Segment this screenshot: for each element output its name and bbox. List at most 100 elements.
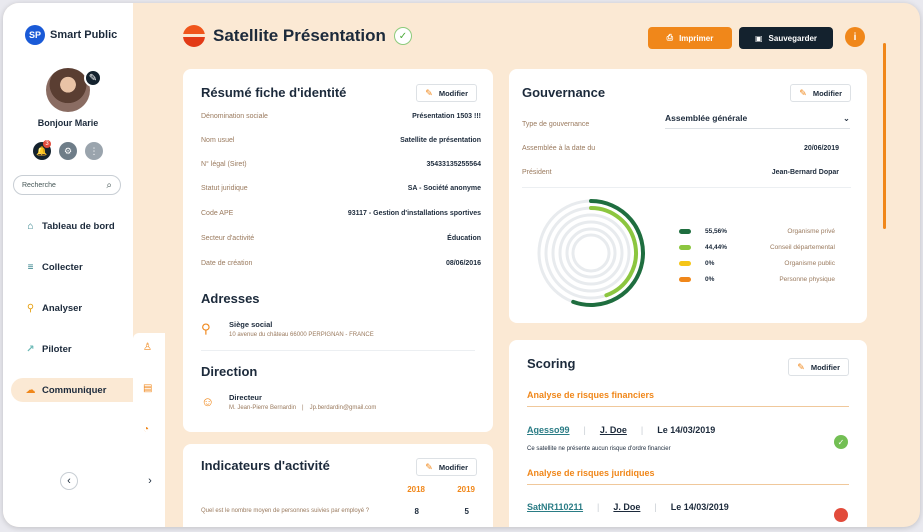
edit-avatar-icon[interactable]: ✎ xyxy=(84,69,102,87)
separator: | xyxy=(640,425,644,435)
legend-swatch xyxy=(679,261,691,266)
magnifier-icon: ⚲ xyxy=(26,302,35,314)
legend-row-public: 0% Organisme public xyxy=(679,260,835,267)
identity-row: Code APE 93117 - Gestion d'installations … xyxy=(201,210,481,217)
nav-item-tableau-de-bord[interactable]: ⌂ Tableau de bord xyxy=(11,214,133,238)
separator: | xyxy=(302,405,304,411)
person-icon: ☺ xyxy=(201,394,215,409)
satellite-logo-icon xyxy=(183,25,205,47)
nav-label: Tableau de bord xyxy=(42,220,115,232)
nav-item-analyser[interactable]: ⚲ Analyser xyxy=(11,296,133,320)
save-button[interactable]: ▣ Sauvegarder xyxy=(739,27,833,49)
legal-date: Le 14/03/2019 xyxy=(670,502,729,512)
governance-president-row: Président Jean-Bernard Dopar xyxy=(522,169,839,176)
legend-value: 44,44% xyxy=(705,244,728,251)
chevron-right-icon[interactable]: › xyxy=(141,472,159,490)
document-icon[interactable]: ▤ xyxy=(143,383,152,394)
search-input[interactable]: Recherche ⌕ xyxy=(13,175,121,195)
location-pin-icon: ⚲ xyxy=(201,321,211,336)
row-value: 08/06/2016 xyxy=(445,260,481,267)
governance-type-value: Assemblée générale xyxy=(665,113,748,123)
legend-row-physique: 0% Personne physique xyxy=(679,276,835,283)
settings-icon[interactable]: ⚙ xyxy=(59,142,77,160)
divider xyxy=(527,484,849,485)
financial-user-link[interactable]: J. Doe xyxy=(600,425,627,435)
row-key: Date de création xyxy=(201,260,253,267)
activity-card: Indicateurs d'activité ✎ Modifier 2018 2… xyxy=(183,444,493,527)
user-icon[interactable]: ♙ xyxy=(143,342,152,353)
director-label: Directeur xyxy=(229,393,262,402)
scoring-card: Scoring ✎ Modifier Analyse de risques fi… xyxy=(509,340,867,527)
director-name: M. Jean-Pierre Bernardin xyxy=(229,405,297,411)
year-2019: 2019 xyxy=(457,485,475,494)
nav-item-collecter[interactable]: ≡ Collecter xyxy=(11,255,133,279)
legend-swatch xyxy=(679,229,691,234)
pie-icon[interactable]: ◔ xyxy=(143,424,149,435)
chart-line-icon: ↗ xyxy=(26,343,35,355)
home-icon: ⌂ xyxy=(27,220,34,232)
identity-modify-button[interactable]: ✎ Modifier xyxy=(416,84,477,102)
row-key: Code APE xyxy=(201,210,234,217)
legend-value: 55,56% xyxy=(705,228,728,235)
activity-modify-button[interactable]: ✎ Modifier xyxy=(416,458,477,476)
legal-code-link[interactable]: SatNR110211 xyxy=(527,502,583,512)
identity-row: Dénomination sociale Présentation 1503 !!… xyxy=(201,113,481,120)
nav-label: Piloter xyxy=(42,343,72,355)
legal-score-row: SatNR110211 | J. Doe | Le 14/03/2019 xyxy=(527,502,729,512)
row-key: Secteur d'activité xyxy=(201,235,255,242)
search-placeholder: Recherche xyxy=(22,181,56,189)
direction-title: Direction xyxy=(201,364,258,379)
financial-date: Le 14/03/2019 xyxy=(657,425,716,435)
notification-badge: 3 xyxy=(43,140,51,148)
financial-code-link[interactable]: Agesso99 xyxy=(527,425,570,435)
page-header: Satellite Présentation ✓ xyxy=(183,25,412,47)
director-info: M. Jean-Pierre Bernardin | Jp.berdardin@… xyxy=(229,405,376,411)
scoring-modify-button[interactable]: ✎ Modifier xyxy=(788,358,849,376)
identity-title: Résumé fiche d'identité xyxy=(201,85,347,100)
nav-item-piloter[interactable]: ↗ Piloter xyxy=(11,337,133,361)
governance-type-key: Type de gouvernance xyxy=(522,121,590,128)
row-value: 35433135255564 xyxy=(426,161,481,168)
save-icon: ▣ xyxy=(754,33,763,43)
chevron-left-icon[interactable]: ‹ xyxy=(60,472,78,490)
row-value: Présentation 1503 !!! xyxy=(412,113,481,120)
row-value: SA - Société anonyme xyxy=(407,185,481,192)
info-icon[interactable]: i xyxy=(845,27,865,47)
pencil-icon: ✎ xyxy=(799,87,807,98)
director-email[interactable]: Jp.berdardin@gmail.com xyxy=(310,405,377,411)
legend-value: 0% xyxy=(705,260,715,267)
modify-label: Modifier xyxy=(810,362,840,372)
activity-value-2018: 8 xyxy=(414,507,419,516)
check-icon: ✓ xyxy=(834,435,848,449)
governance-type-select[interactable]: Assemblée générale ⌄ xyxy=(665,113,850,129)
app-window: SP Smart Public ✎ Bonjour Marie 🔔 3 ⚙ ⋮ … xyxy=(3,3,920,527)
row-value: 93117 - Gestion d'installations sportive… xyxy=(347,210,481,217)
modify-label: Modifier xyxy=(438,88,468,98)
pencil-icon: ✎ xyxy=(797,361,805,372)
nav-item-communiquer[interactable]: ☁ Communiquer xyxy=(11,378,133,402)
page-title: Satellite Présentation xyxy=(213,26,386,45)
check-icon: ✓ xyxy=(393,27,412,45)
legend-row-departemental: 44,44% Conseil départemental xyxy=(679,244,835,251)
app-logo[interactable]: SP Smart Public xyxy=(25,25,117,45)
row-key: Statut juridique xyxy=(201,185,248,192)
governance-modify-button[interactable]: ✎ Modifier xyxy=(790,84,851,102)
activity-title: Indicateurs d'activité xyxy=(201,458,330,473)
legend-swatch xyxy=(679,245,691,250)
pencil-icon: ✎ xyxy=(425,461,433,472)
ring-track xyxy=(558,220,624,286)
governance-card: Gouvernance ✎ Modifier Type de gouvernan… xyxy=(509,69,867,323)
legal-user-link[interactable]: J. Doe xyxy=(613,502,640,512)
row-key: Président xyxy=(522,169,552,176)
print-button[interactable]: ⎙ Imprimer xyxy=(648,27,732,49)
search-icon: ⌕ xyxy=(106,179,112,191)
separator: | xyxy=(654,502,657,512)
row-value: Éducation xyxy=(447,235,481,242)
more-icon[interactable]: ⋮ xyxy=(85,142,103,160)
scrollbar[interactable] xyxy=(883,43,886,229)
legend-row-prive: 55,56% Organisme privé xyxy=(679,228,835,235)
row-value: 20/06/2019 xyxy=(803,145,839,152)
database-icon: ≡ xyxy=(27,261,34,273)
pencil-icon: ✎ xyxy=(425,87,433,98)
identity-row: Secteur d'activité Éducation xyxy=(201,235,481,242)
